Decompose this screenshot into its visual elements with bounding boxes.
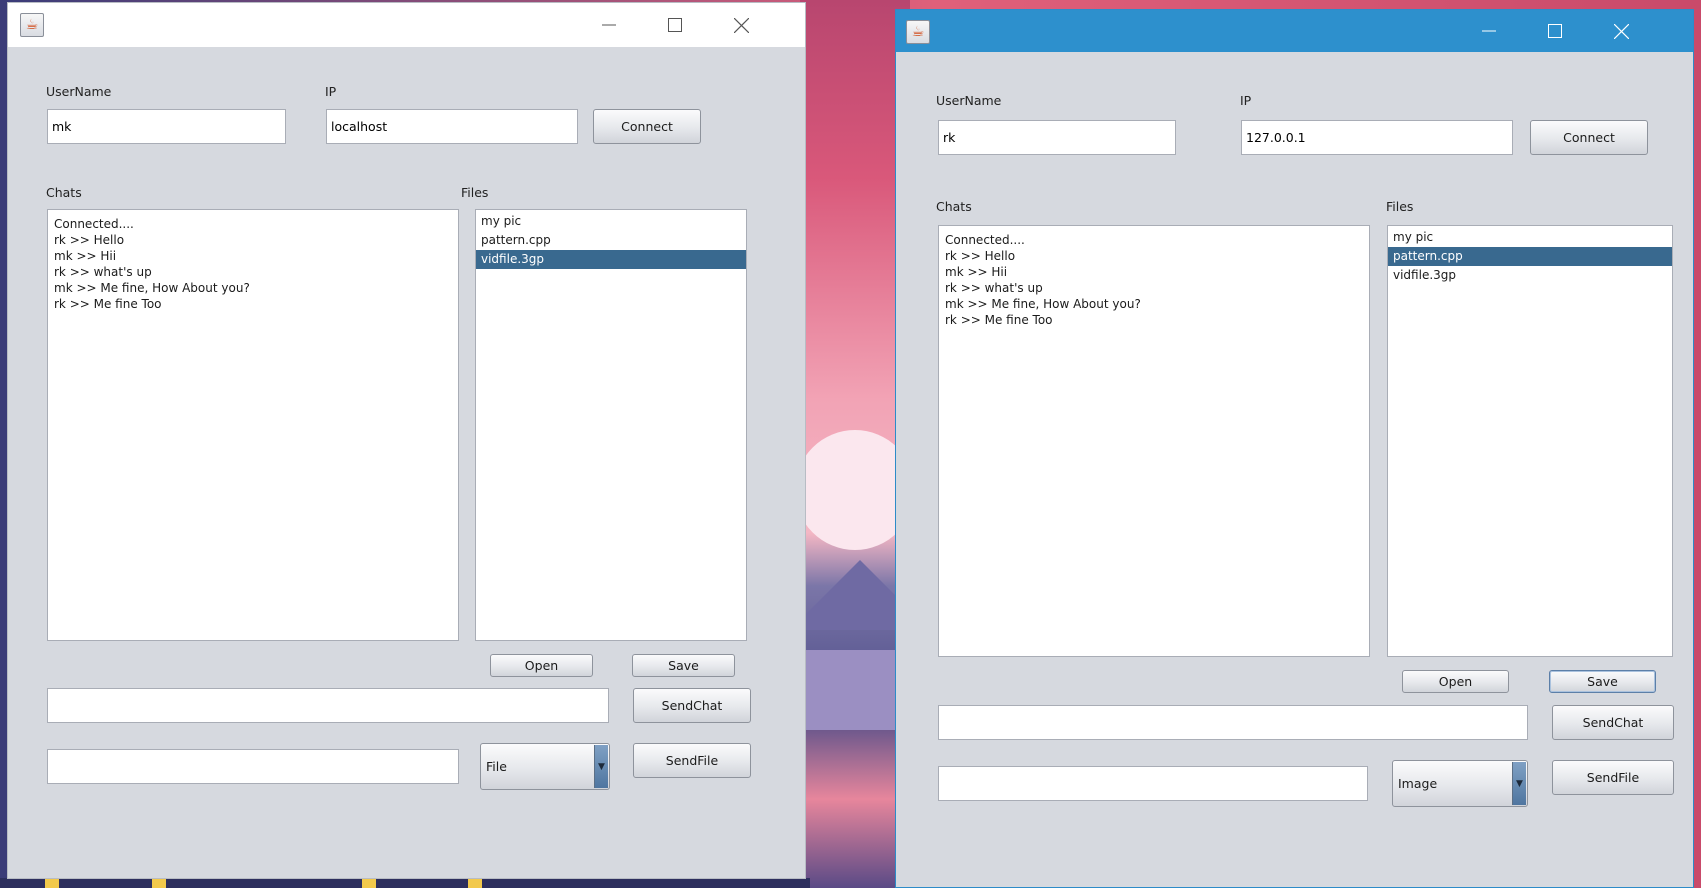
- sendfile-button[interactable]: SendFile: [633, 743, 751, 778]
- chat-window-left: ☕ UserName IP Connect Chats Files Connec…: [8, 3, 805, 878]
- file-type-value: File: [486, 759, 507, 774]
- desktop-folder-icon[interactable]: [362, 879, 376, 888]
- chat-line: mk >> Me fine, How About you?: [945, 297, 1141, 311]
- taskbar-strip: [0, 878, 810, 888]
- chat-line: Connected....: [54, 217, 134, 231]
- desktop-folder-icon[interactable]: [468, 879, 482, 888]
- chevron-down-icon[interactable]: ▼: [594, 745, 608, 788]
- open-button[interactable]: Open: [1402, 670, 1509, 693]
- sendfile-button[interactable]: SendFile: [1552, 760, 1674, 795]
- file-type-value: Image: [1398, 776, 1438, 791]
- open-button[interactable]: Open: [490, 654, 593, 677]
- ip-label: IP: [1240, 93, 1252, 108]
- title-bar[interactable]: ☕: [8, 3, 805, 47]
- chat-line: rk >> Me fine Too: [945, 313, 1053, 327]
- maximize-icon[interactable]: [640, 3, 710, 47]
- sendchat-button[interactable]: SendChat: [1552, 705, 1674, 740]
- chat-message-field[interactable]: [47, 688, 609, 723]
- files-list[interactable]: my pic pattern.cpp vidfile.3gp: [475, 209, 747, 641]
- sendchat-button[interactable]: SendChat: [633, 688, 751, 723]
- ip-label: IP: [325, 84, 337, 99]
- chat-window-right: ☕ UserName IP Connect Chats Files Connec…: [895, 9, 1694, 888]
- chat-line: rk >> what's up: [54, 265, 152, 279]
- username-input[interactable]: [943, 130, 1171, 145]
- chat-line: mk >> Hii: [54, 249, 117, 263]
- username-field[interactable]: [47, 109, 286, 144]
- close-icon[interactable]: [1586, 10, 1656, 52]
- desktop-folder-icon[interactable]: [152, 879, 166, 888]
- connect-button[interactable]: Connect: [1530, 120, 1648, 155]
- chat-line: mk >> Hii: [945, 265, 1008, 279]
- chat-history-area[interactable]: Connected.... rk >> Hello mk >> Hii rk >…: [47, 209, 459, 641]
- wallpaper-lake: [800, 650, 910, 730]
- file-list-item-selected[interactable]: vidfile.3gp: [476, 250, 746, 269]
- username-input[interactable]: [52, 119, 281, 134]
- file-list-item-selected[interactable]: pattern.cpp: [1388, 247, 1672, 266]
- ip-field[interactable]: [1241, 120, 1513, 155]
- chat-message-field[interactable]: [938, 705, 1528, 740]
- save-button[interactable]: Save: [1549, 670, 1656, 693]
- connect-button[interactable]: Connect: [593, 109, 701, 144]
- file-list-item[interactable]: vidfile.3gp: [1388, 266, 1672, 285]
- ip-field[interactable]: [326, 109, 578, 144]
- minimize-icon[interactable]: [1454, 10, 1524, 52]
- chevron-down-icon[interactable]: ▼: [1512, 762, 1526, 805]
- file-list-item[interactable]: pattern.cpp: [476, 231, 746, 250]
- chat-line: rk >> Hello: [54, 233, 125, 247]
- chat-line: rk >> Me fine Too: [54, 297, 162, 311]
- chat-line: Connected....: [945, 233, 1025, 247]
- files-list[interactable]: my pic pattern.cpp vidfile.3gp: [1387, 225, 1673, 657]
- chat-line: mk >> Me fine, How About you?: [54, 281, 250, 295]
- chat-line: rk >> Hello: [945, 249, 1016, 263]
- maximize-icon[interactable]: [1520, 10, 1590, 52]
- ip-input[interactable]: [331, 119, 573, 134]
- files-label: Files: [461, 185, 489, 200]
- close-icon[interactable]: [706, 3, 776, 47]
- chats-label: Chats: [46, 185, 82, 200]
- file-path-field[interactable]: [938, 766, 1368, 801]
- file-type-dropdown[interactable]: File ▼: [480, 743, 610, 790]
- chat-message-input[interactable]: [52, 698, 604, 713]
- file-list-item[interactable]: my pic: [1388, 228, 1672, 247]
- save-button[interactable]: Save: [632, 654, 735, 677]
- file-path-field[interactable]: [47, 749, 459, 784]
- chat-message-input[interactable]: [943, 715, 1523, 730]
- desktop-folder-icon[interactable]: [45, 879, 59, 888]
- chat-history-area[interactable]: Connected.... rk >> Hello mk >> Hii rk >…: [938, 225, 1370, 657]
- username-label: UserName: [936, 93, 1002, 108]
- minimize-icon[interactable]: [574, 3, 644, 47]
- java-cup-icon[interactable]: ☕: [20, 13, 44, 37]
- username-field[interactable]: [938, 120, 1176, 155]
- title-bar[interactable]: ☕: [896, 10, 1693, 52]
- file-path-input[interactable]: [52, 759, 454, 774]
- file-list-item[interactable]: my pic: [476, 212, 746, 231]
- username-label: UserName: [46, 84, 112, 99]
- ip-input[interactable]: [1246, 130, 1508, 145]
- chat-line: rk >> what's up: [945, 281, 1043, 295]
- file-type-dropdown[interactable]: Image ▼: [1392, 760, 1528, 807]
- file-path-input[interactable]: [943, 776, 1363, 791]
- java-cup-icon[interactable]: ☕: [906, 20, 930, 44]
- chats-label: Chats: [936, 199, 972, 214]
- files-label: Files: [1386, 199, 1414, 214]
